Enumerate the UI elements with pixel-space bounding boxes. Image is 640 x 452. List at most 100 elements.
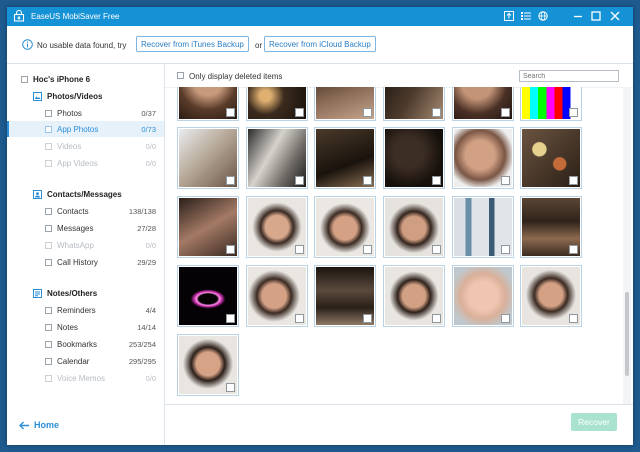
item-count: 253/254: [128, 339, 156, 349]
photo-checkbox[interactable]: [226, 314, 235, 323]
photo-thumbnail[interactable]: [520, 265, 582, 327]
photo-thumbnail[interactable]: [314, 87, 376, 121]
sidebar: Hoc's iPhone 6 Photos/Videos Photos 0/37…: [7, 64, 165, 445]
photo-checkbox[interactable]: [295, 108, 304, 117]
sidebar-item-messages[interactable]: Messages 27/28: [7, 220, 164, 236]
photo-thumbnail[interactable]: [246, 265, 308, 327]
item-checkbox[interactable]: [45, 340, 52, 348]
search-input[interactable]: [519, 70, 619, 82]
item-label: Calendar: [57, 356, 90, 366]
photo-checkbox[interactable]: [363, 314, 372, 323]
photo-thumbnail[interactable]: [520, 196, 582, 258]
photo-thumbnail[interactable]: [383, 127, 445, 189]
sidebar-item-contacts[interactable]: Contacts 138/138: [7, 203, 164, 219]
photo-thumbnail[interactable]: [452, 87, 514, 121]
menu-button[interactable]: [519, 9, 533, 23]
item-checkbox: [45, 159, 52, 167]
device-row[interactable]: Hoc's iPhone 6: [7, 71, 164, 87]
photo-thumbnail[interactable]: [177, 334, 239, 396]
photo-thumbnail[interactable]: [314, 127, 376, 189]
sidebar-item-calendar[interactable]: Calendar 295/295: [7, 353, 164, 369]
photo-checkbox[interactable]: [432, 245, 441, 254]
scrollbar-thumb[interactable]: [625, 292, 629, 376]
recover-button[interactable]: Recover: [571, 413, 617, 431]
minimize-button[interactable]: [571, 9, 585, 23]
language-button[interactable]: [536, 9, 550, 23]
photo-checkbox[interactable]: [432, 176, 441, 185]
sidebar-item-bookmarks[interactable]: Bookmarks 253/254: [7, 336, 164, 352]
photo-checkbox[interactable]: [501, 176, 510, 185]
sidebar-item-notes[interactable]: Notes 14/14: [7, 319, 164, 335]
sidebar-item-reminders[interactable]: Reminders 4/4: [7, 302, 164, 318]
item-checkbox[interactable]: [45, 357, 52, 365]
item-checkbox[interactable]: [45, 109, 52, 117]
photo-thumbnail[interactable]: [452, 196, 514, 258]
item-label: WhatsApp: [57, 240, 94, 250]
recover-icloud-button[interactable]: Recover from iCloud Backup: [264, 36, 376, 52]
category-photos-videos[interactable]: Photos/Videos: [7, 88, 164, 104]
item-count: 138/138: [128, 206, 156, 216]
photo-thumbnail[interactable]: [383, 196, 445, 258]
info-icon: [22, 39, 33, 50]
photo-checkbox[interactable]: [432, 108, 441, 117]
photo-thumbnail[interactable]: [177, 265, 239, 327]
photo-checkbox[interactable]: [501, 108, 510, 117]
maximize-button[interactable]: [589, 9, 603, 23]
photo-checkbox[interactable]: [501, 314, 510, 323]
category-title: Photos/Videos: [47, 91, 103, 101]
photo-checkbox[interactable]: [226, 245, 235, 254]
photo-checkbox[interactable]: [226, 176, 235, 185]
category-notes-others[interactable]: Notes/Others: [7, 285, 164, 301]
photo-checkbox[interactable]: [432, 314, 441, 323]
photo-checkbox[interactable]: [226, 383, 235, 392]
photo-thumbnail[interactable]: [314, 265, 376, 327]
recover-itunes-button[interactable]: Recover from iTunes Backup: [136, 36, 249, 52]
home-label: Home: [34, 420, 60, 430]
item-checkbox[interactable]: [45, 323, 52, 331]
only-deleted-checkbox[interactable]: [177, 72, 184, 79]
photo-thumbnail[interactable]: [177, 87, 239, 121]
photo-checkbox[interactable]: [295, 176, 304, 185]
photo-checkbox[interactable]: [295, 314, 304, 323]
device-checkbox[interactable]: [21, 75, 28, 83]
photo-checkbox[interactable]: [363, 176, 372, 185]
item-checkbox[interactable]: [45, 224, 52, 232]
photo-thumbnail[interactable]: [177, 196, 239, 258]
item-checkbox[interactable]: [45, 207, 52, 215]
sidebar-item-call-history[interactable]: Call History 29/29: [7, 254, 164, 270]
photo-thumbnail[interactable]: [520, 127, 582, 189]
photo-thumbnail[interactable]: [246, 87, 308, 121]
item-checkbox[interactable]: [45, 125, 52, 133]
arrow-left-icon: [19, 421, 29, 429]
upgrade-button[interactable]: [502, 9, 516, 23]
only-deleted-label[interactable]: Only display deleted items: [189, 72, 282, 81]
sidebar-item-app-photos[interactable]: App Photos 0/73: [7, 121, 164, 137]
category-contacts-messages[interactable]: Contacts/Messages: [7, 186, 164, 202]
photo-thumbnail[interactable]: [520, 87, 582, 121]
item-count: 14/14: [137, 322, 156, 332]
photo-thumbnail[interactable]: [383, 87, 445, 121]
item-checkbox[interactable]: [45, 258, 52, 266]
photo-checkbox[interactable]: [569, 245, 578, 254]
photo-checkbox[interactable]: [363, 245, 372, 254]
photo-thumbnail[interactable]: [452, 265, 514, 327]
item-checkbox[interactable]: [45, 306, 52, 314]
photo-checkbox[interactable]: [363, 108, 372, 117]
photo-checkbox[interactable]: [569, 176, 578, 185]
item-count: 0/73: [141, 124, 156, 134]
photo-thumbnail[interactable]: [314, 196, 376, 258]
sidebar-item-photos[interactable]: Photos 0/37: [7, 105, 164, 121]
photo-checkbox[interactable]: [226, 108, 235, 117]
home-button[interactable]: Home: [19, 420, 59, 430]
close-button[interactable]: [608, 9, 622, 23]
photo-thumbnail[interactable]: [246, 127, 308, 189]
photo-checkbox[interactable]: [501, 245, 510, 254]
photo-checkbox[interactable]: [295, 245, 304, 254]
photo-thumbnail[interactable]: [177, 127, 239, 189]
photo-checkbox[interactable]: [569, 108, 578, 117]
photo-thumbnail[interactable]: [383, 265, 445, 327]
photo-checkbox[interactable]: [569, 314, 578, 323]
photo-grid: [165, 87, 625, 404]
photo-thumbnail[interactable]: [452, 127, 514, 189]
photo-thumbnail[interactable]: [246, 196, 308, 258]
